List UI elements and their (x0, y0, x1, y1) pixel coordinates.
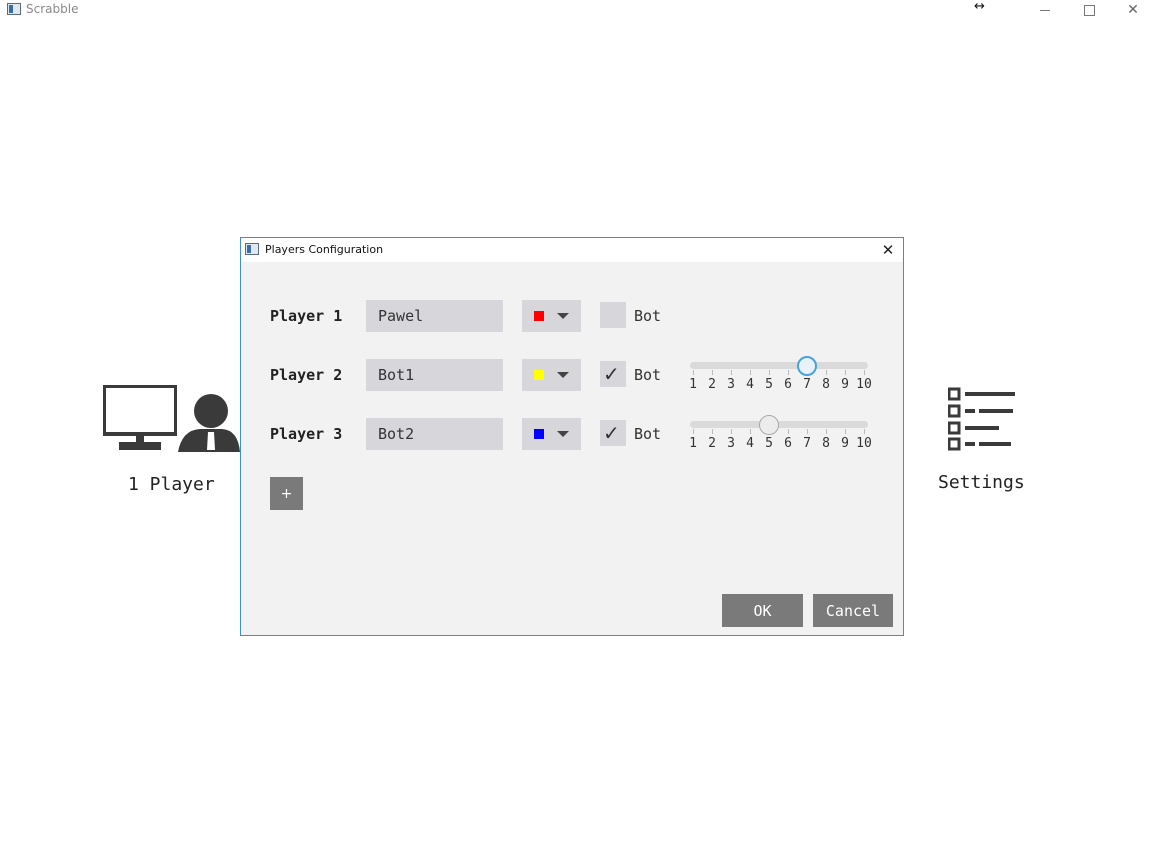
bot-label: Bot (634, 366, 662, 384)
color-picker[interactable] (522, 300, 581, 332)
settings-tile[interactable]: Settings (930, 384, 1040, 504)
one-player-label: 1 Player (128, 474, 215, 495)
slider-tick (826, 429, 827, 434)
player-name-input[interactable] (366, 418, 503, 450)
slider-tick (864, 429, 865, 434)
player-label: Player 1 (270, 307, 343, 325)
checkmark-icon: ✓ (603, 362, 620, 386)
bot-label: Bot (634, 425, 662, 443)
slider-tick (807, 429, 808, 434)
window-close-button[interactable]: ✕ (1118, 0, 1148, 20)
slider-tick-label: 7 (803, 436, 811, 451)
settings-label: Settings (938, 472, 1025, 493)
cancel-button[interactable]: Cancel (813, 594, 893, 627)
player-label: Player 2 (270, 366, 343, 384)
dialog-close-button[interactable]: ✕ (877, 240, 899, 260)
slider-tick-label: 6 (784, 377, 792, 392)
slider-thumb[interactable] (759, 415, 779, 435)
slider-tick (712, 429, 713, 434)
slider-tick-label: 8 (822, 436, 830, 451)
slider-tick-labels: 1 2 3 4 5 6 7 8 9 10 (689, 436, 879, 452)
color-swatch (534, 429, 544, 439)
player-name-input[interactable] (366, 300, 503, 332)
slider-tick-label: 5 (765, 377, 773, 392)
settings-list-icon (948, 387, 1015, 451)
difficulty-slider[interactable]: 1 2 3 4 5 6 7 8 9 10 (689, 355, 875, 399)
slider-tick-label: 4 (746, 436, 754, 451)
slider-tick (731, 429, 732, 434)
color-swatch (534, 370, 544, 380)
difficulty-slider[interactable]: 1 2 3 4 5 6 7 8 9 10 (689, 414, 875, 458)
chevron-down-icon (557, 431, 569, 437)
slider-tick-labels: 1 2 3 4 5 6 7 8 9 10 (689, 377, 879, 393)
app-icon (7, 3, 21, 15)
slider-tick-label: 9 (841, 377, 849, 392)
slider-tick-label: 3 (727, 377, 735, 392)
slider-tick-label: 8 (822, 377, 830, 392)
dialog-app-icon (245, 243, 259, 255)
slider-tick-label: 7 (803, 377, 811, 392)
slider-ticks (689, 429, 875, 435)
slider-tick (731, 370, 732, 375)
slider-tick-label: 10 (856, 436, 872, 451)
color-picker[interactable] (522, 359, 581, 391)
slider-track (690, 362, 868, 369)
bot-label: Bot (634, 307, 662, 325)
bot-checkbox[interactable]: ✓ (600, 420, 626, 446)
slider-tick (788, 429, 789, 434)
slider-tick-label: 1 (689, 436, 697, 451)
add-player-button[interactable]: + (270, 477, 303, 510)
slider-tick-label: 5 (765, 436, 773, 451)
slider-tick-label: 4 (746, 377, 754, 392)
slider-tick (750, 370, 751, 375)
slider-tick-label: 10 (856, 377, 872, 392)
slider-tick-label: 1 (689, 377, 697, 392)
slider-tick (769, 370, 770, 375)
chevron-down-icon (557, 372, 569, 378)
slider-tick (693, 429, 694, 434)
slider-tick (712, 370, 713, 375)
slider-tick-label: 6 (784, 436, 792, 451)
slider-tick-label: 9 (841, 436, 849, 451)
slider-tick (845, 429, 846, 434)
color-swatch (534, 311, 544, 321)
color-picker[interactable] (522, 418, 581, 450)
slider-tick (864, 370, 865, 375)
slider-tick-label: 3 (727, 436, 735, 451)
window-title: Scrabble (26, 2, 79, 16)
slider-tick-label: 2 (708, 377, 716, 392)
slider-thumb[interactable] (797, 356, 817, 376)
slider-tick (845, 370, 846, 375)
one-player-tile[interactable]: 1 Player (100, 384, 250, 504)
dialog-title: Players Configuration (265, 243, 384, 256)
player-row-1: Player 1 Bot (241, 300, 903, 332)
bot-checkbox[interactable]: ✓ (600, 361, 626, 387)
players-configuration-dialog: Players Configuration ✕ Player 1 Bot Pla… (240, 237, 904, 636)
chevron-down-icon (557, 313, 569, 319)
slider-tick-label: 2 (708, 436, 716, 451)
resize-cursor-icon: ↔ (974, 0, 985, 14)
slider-ticks (689, 370, 875, 376)
minimize-button[interactable] (1030, 0, 1060, 20)
person-icon (178, 394, 240, 452)
slider-tick (693, 370, 694, 375)
slider-tick (826, 370, 827, 375)
window-title-bar: Scrabble ↔ ✕ (0, 0, 1152, 20)
ok-button[interactable]: OK (722, 594, 803, 627)
dialog-title-bar: Players Configuration ✕ (241, 238, 903, 262)
player-name-input[interactable] (366, 359, 503, 391)
slider-track (690, 421, 868, 428)
monitor-icon (103, 385, 177, 450)
player-row-3: Player 3 ✓ Bot 123456789 10 (241, 415, 903, 451)
player-label: Player 3 (270, 425, 343, 443)
slider-tick (750, 429, 751, 434)
slider-tick (788, 370, 789, 375)
maximize-button[interactable] (1074, 0, 1104, 20)
checkmark-icon: ✓ (603, 421, 620, 445)
player-row-2: Player 2 ✓ Bot 123456789 10 (241, 356, 903, 392)
bot-checkbox[interactable] (600, 302, 626, 328)
